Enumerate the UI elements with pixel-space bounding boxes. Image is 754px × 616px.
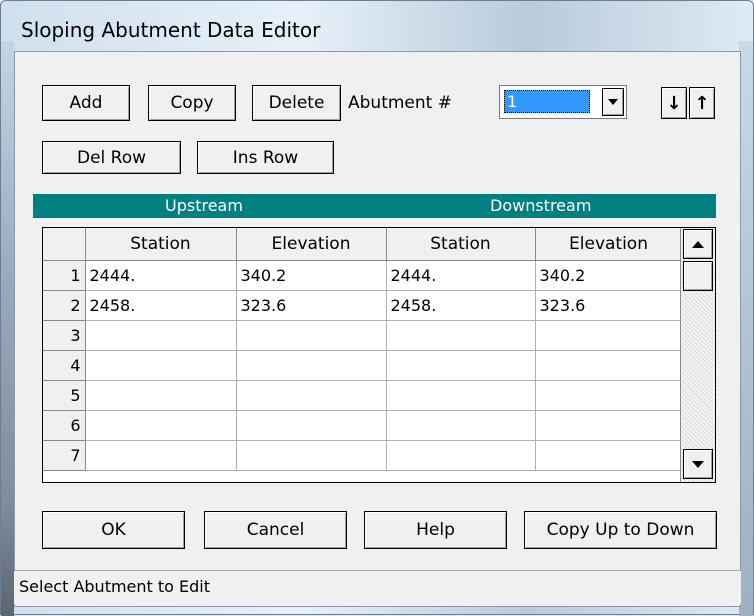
cell-upstream-elevation[interactable] <box>236 320 387 351</box>
table-row: 3 <box>43 320 683 351</box>
ok-button[interactable]: OK <box>42 511 185 549</box>
dropdown-button[interactable] <box>602 88 624 116</box>
cell-downstream-station[interactable]: 2458. <box>386 290 536 321</box>
row-number[interactable]: 3 <box>43 320 86 351</box>
cell-downstream-station[interactable] <box>386 410 536 441</box>
cell-downstream-station[interactable] <box>386 380 536 411</box>
add-button[interactable]: Add <box>42 85 130 121</box>
cell-upstream-elevation[interactable] <box>236 410 387 441</box>
table-row: 7 <box>43 440 683 471</box>
row-number[interactable]: 1 <box>43 260 86 291</box>
status-bar: Select Abutment to Edit <box>14 570 741 604</box>
column-header-upstream-station[interactable]: Station <box>85 228 237 261</box>
table-row: 6 <box>43 410 683 441</box>
window-title: Sloping Abutment Data Editor <box>21 18 321 42</box>
cell-upstream-station[interactable]: 2458. <box>85 290 237 321</box>
abutment-number-select[interactable]: 1 <box>499 85 627 119</box>
scroll-down-button[interactable] <box>683 449 713 479</box>
table-header-row: Station Elevation Station Elevation <box>43 228 683 261</box>
chevron-down-icon <box>608 99 618 105</box>
cell-downstream-station[interactable] <box>386 440 536 471</box>
copy-button[interactable]: Copy <box>148 85 236 121</box>
table-row: 4 <box>43 350 683 381</box>
cell-upstream-station[interactable] <box>85 410 237 441</box>
row-number[interactable]: 6 <box>43 410 86 441</box>
cell-upstream-station[interactable] <box>85 380 237 411</box>
del-row-button[interactable]: Del Row <box>42 141 181 174</box>
abutment-data-grid[interactable]: Station Elevation Station Elevation 1 24… <box>42 227 716 483</box>
cell-upstream-station[interactable] <box>85 440 237 471</box>
copy-up-to-down-button[interactable]: Copy Up to Down <box>524 511 717 549</box>
corner-cell <box>43 228 86 261</box>
cell-upstream-station[interactable] <box>85 350 237 381</box>
cell-downstream-elevation[interactable] <box>535 410 683 441</box>
row-number[interactable]: 4 <box>43 350 86 381</box>
column-header-downstream-elevation[interactable]: Elevation <box>535 228 683 261</box>
help-button[interactable]: Help <box>364 511 507 549</box>
window-frame-right <box>739 41 753 616</box>
cell-downstream-elevation[interactable]: 323.6 <box>535 290 683 321</box>
delete-button[interactable]: Delete <box>252 85 341 121</box>
row-number[interactable]: 5 <box>43 380 86 411</box>
table-row: 5 <box>43 380 683 411</box>
scroll-thumb[interactable] <box>683 261 713 291</box>
dialog-window: Sloping Abutment Data Editor Add Copy De… <box>0 0 754 616</box>
table-row: 2 2458. 323.6 2458. 323.6 <box>43 290 683 321</box>
move-up-button[interactable]: ↑ <box>689 87 715 119</box>
table-row: 1 2444. 340.2 2444. 340.2 <box>43 260 683 291</box>
cell-upstream-station[interactable] <box>85 320 237 351</box>
cell-upstream-elevation[interactable] <box>236 380 387 411</box>
row-number[interactable]: 2 <box>43 290 86 321</box>
cell-downstream-elevation[interactable]: 340.2 <box>535 260 683 291</box>
window-frame-left <box>1 41 14 616</box>
group-header-band: Upstream Downstream <box>33 194 716 218</box>
cancel-button[interactable]: Cancel <box>204 511 347 549</box>
arrow-up-icon <box>692 240 704 248</box>
cell-downstream-elevation[interactable] <box>535 350 683 381</box>
cell-upstream-elevation[interactable] <box>236 350 387 381</box>
column-header-downstream-station[interactable]: Station <box>386 228 536 261</box>
scroll-up-button[interactable] <box>683 229 713 259</box>
cell-upstream-elevation[interactable]: 323.6 <box>236 290 387 321</box>
abutment-number-value: 1 <box>504 90 590 113</box>
cell-downstream-station[interactable] <box>386 320 536 351</box>
downstream-header: Downstream <box>490 196 592 215</box>
upstream-header: Upstream <box>165 196 243 215</box>
cell-downstream-elevation[interactable] <box>535 440 683 471</box>
ins-row-button[interactable]: Ins Row <box>197 141 334 174</box>
data-table: Station Elevation Station Elevation 1 24… <box>43 228 683 471</box>
row-number[interactable]: 7 <box>43 440 86 471</box>
abutment-number-label: Abutment # <box>348 93 452 113</box>
vertical-scrollbar[interactable] <box>680 228 715 482</box>
column-header-upstream-elevation[interactable]: Elevation <box>236 228 387 261</box>
cell-upstream-station[interactable]: 2444. <box>85 260 237 291</box>
arrow-down-icon <box>692 460 704 468</box>
move-down-button[interactable]: ↓ <box>661 87 687 119</box>
cell-upstream-elevation[interactable] <box>236 440 387 471</box>
cell-downstream-station[interactable]: 2444. <box>386 260 536 291</box>
cell-downstream-elevation[interactable] <box>535 380 683 411</box>
cell-downstream-elevation[interactable] <box>535 320 683 351</box>
cell-downstream-station[interactable] <box>386 350 536 381</box>
cell-upstream-elevation[interactable]: 340.2 <box>236 260 387 291</box>
